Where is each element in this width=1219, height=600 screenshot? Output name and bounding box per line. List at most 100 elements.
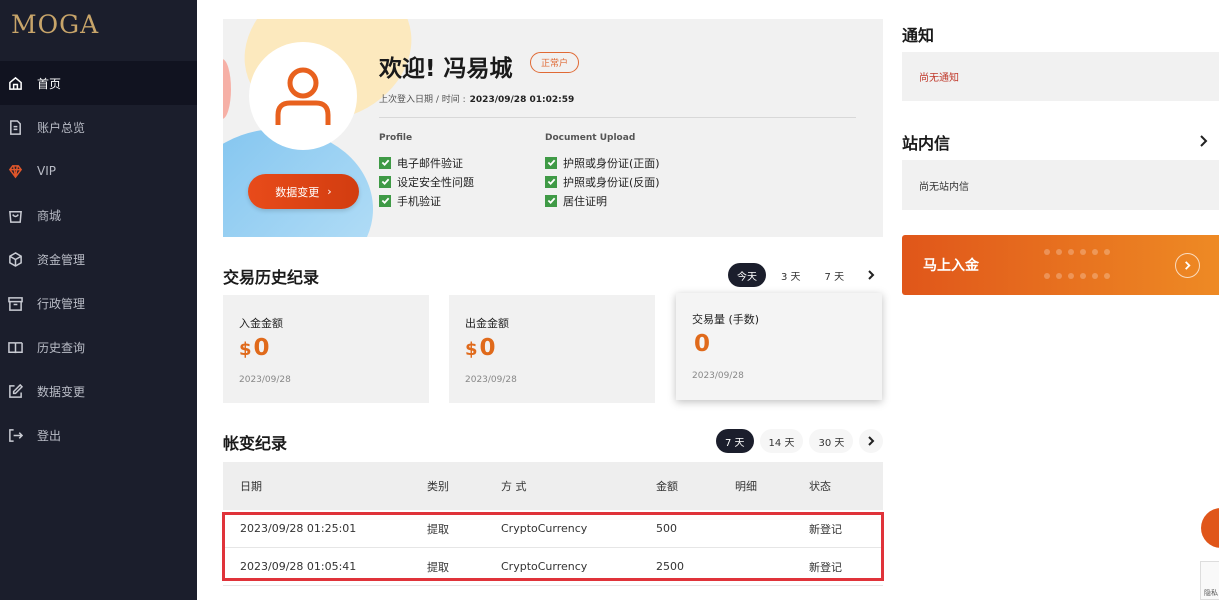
recaptcha-label: 隐私: [1204, 589, 1218, 597]
check-item: 手机验证: [379, 191, 474, 210]
home-icon: [7, 75, 23, 91]
sidebar-item-label: 数据变更: [37, 384, 86, 399]
column-header: 方 式: [501, 480, 527, 493]
ledger-next-button[interactable]: [859, 429, 884, 453]
check-label: 护照或身份证(反面): [563, 175, 660, 189]
history-title: 交易历史纪录: [223, 268, 320, 287]
sidebar-item-label: VIP: [37, 164, 56, 178]
profile-card: 数据变更 › 欢迎! 冯易城 正常户 上次登入日期 / 时间 :2023/09/…: [223, 19, 883, 237]
sidebar-item-account-overview[interactable]: 账户总览: [0, 105, 197, 149]
edit-profile-button[interactable]: 数据变更 ›: [248, 174, 359, 209]
welcome-title: 欢迎! 冯易城: [379, 56, 513, 82]
filter-30-days[interactable]: 30 天: [809, 429, 854, 453]
sidebar-item-admin[interactable]: 行政管理: [0, 281, 197, 325]
recaptcha-badge[interactable]: 隐私: [1200, 561, 1219, 600]
ledger-title: 帐变纪录: [223, 434, 288, 453]
sidebar-item-home[interactable]: 首页: [0, 61, 197, 105]
diamond-icon: [7, 163, 23, 179]
inbox-open-button[interactable]: [1199, 132, 1211, 147]
filter-7-days[interactable]: 7 天: [816, 263, 854, 287]
table-row[interactable]: 2023/09/28 01:05:41 提取 CryptoCurrency 25…: [223, 548, 883, 586]
sidebar-item-shop[interactable]: 商城: [0, 193, 197, 237]
filter-today[interactable]: 今天: [728, 263, 766, 287]
checkbox-checked-icon: [545, 156, 557, 169]
sidebar-item-label: 登出: [37, 428, 62, 443]
book-icon: [7, 339, 23, 355]
filter-14-days[interactable]: 14 天: [759, 429, 804, 453]
sidebar-item-funds[interactable]: 资金管理: [0, 237, 197, 281]
checkbox-checked-icon: [379, 194, 391, 207]
column-header: 类别: [427, 480, 449, 493]
chevron-right-icon: [1175, 253, 1200, 278]
stat-date: 2023/09/28: [465, 375, 517, 385]
sidebar-item-vip[interactable]: VIP: [0, 149, 197, 193]
notices-empty: 尚无通知: [902, 52, 1219, 101]
status-badge: 正常户: [530, 52, 580, 73]
cell-type: 提取: [427, 522, 449, 536]
scroll-to-top-button[interactable]: [1201, 508, 1219, 548]
document-section-title: Document Upload: [545, 133, 636, 143]
last-login: 上次登入日期 / 时间 :2023/09/28 01:02:59: [379, 92, 574, 105]
sidebar: MOGA 首页 账户总览 VIP 商城 资金管理 行政管理 历史查询 数据变更 …: [0, 0, 197, 600]
check-label: 手机验证: [397, 194, 441, 208]
document-check-list: 护照或身份证(正面) 护照或身份证(反面) 居住证明: [545, 153, 660, 210]
cube-icon: [7, 251, 23, 267]
logout-icon: [7, 427, 23, 443]
chevron-right-icon: ›: [327, 185, 332, 198]
sidebar-item-history[interactable]: 历史查询: [0, 325, 197, 369]
checkbox-checked-icon: [545, 194, 557, 207]
cell-method: CryptoCurrency: [501, 560, 588, 573]
filter-3-days[interactable]: 3 天: [772, 263, 810, 287]
check-label: 居住证明: [563, 194, 607, 208]
avatar: [249, 42, 357, 150]
check-item: 居住证明: [545, 191, 660, 210]
shopping-bag-icon: [7, 207, 23, 223]
sidebar-item-logout[interactable]: 登出: [0, 413, 197, 457]
stat-number: 0: [694, 331, 711, 357]
last-login-value: 2023/09/28 01:02:59: [469, 95, 575, 105]
sidebar-item-label: 账户总览: [37, 120, 86, 135]
stat-value: $0: [239, 335, 413, 361]
withdrawal-amount-card: 出金金额 $0 2023/09/28: [449, 295, 655, 403]
check-item: 电子邮件验证: [379, 153, 474, 172]
checkbox-checked-icon: [545, 175, 557, 188]
cell-amount: 500: [656, 522, 677, 535]
notices-title: 通知: [902, 26, 935, 45]
history-next-button[interactable]: [859, 263, 883, 287]
check-label: 电子邮件验证: [397, 156, 463, 170]
inbox-empty: 尚无站内信: [902, 160, 1219, 210]
table-row[interactable]: 2023/09/28 01:25:01 提取 CryptoCurrency 50…: [223, 510, 883, 548]
stat-date: 2023/09/28: [239, 375, 291, 385]
filter-7-days[interactable]: 7 天: [716, 429, 754, 453]
sidebar-item-label: 商城: [37, 208, 62, 223]
archive-box-icon: [7, 295, 23, 311]
chevron-right-icon: [868, 270, 875, 280]
cell-status: 新登记: [809, 522, 842, 536]
check-item: 设定安全性问题: [379, 172, 474, 191]
deposit-amount-card: 入金金额 $0 2023/09/28: [223, 295, 429, 403]
cell-date: 2023/09/28 01:05:41: [240, 560, 357, 573]
user-icon: [275, 67, 331, 125]
edit-icon: [7, 383, 23, 399]
decorative-dots: [1044, 240, 1116, 283]
stat-date: 2023/09/28: [692, 371, 744, 381]
sidebar-nav: 首页 账户总览 VIP 商城 资金管理 行政管理 历史查询 数据变更 登出: [0, 61, 197, 457]
divider: [379, 117, 856, 118]
sidebar-item-label: 资金管理: [37, 252, 86, 267]
chevron-right-icon: [1200, 135, 1208, 147]
cell-method: CryptoCurrency: [501, 522, 588, 535]
document-icon: [7, 119, 23, 135]
table-header: 日期 类别 方 式 金额 明细 状态: [223, 462, 883, 510]
checkbox-checked-icon: [379, 156, 391, 169]
history-filter: 今天 3 天 7 天: [728, 263, 883, 287]
decorative-shape: [223, 59, 231, 119]
sidebar-item-data-change[interactable]: 数据变更: [0, 369, 197, 413]
logo: MOGA: [11, 9, 100, 39]
sidebar-item-label: 行政管理: [37, 296, 86, 311]
cell-date: 2023/09/28 01:25:01: [240, 522, 357, 535]
check-item: 护照或身份证(反面): [545, 172, 660, 191]
checkbox-checked-icon: [379, 175, 391, 188]
ledger-table: 日期 类别 方 式 金额 明细 状态 2023/09/28 01:25:01 提…: [223, 462, 883, 586]
stat-number: 0: [479, 335, 496, 361]
currency-symbol: $: [465, 339, 478, 360]
